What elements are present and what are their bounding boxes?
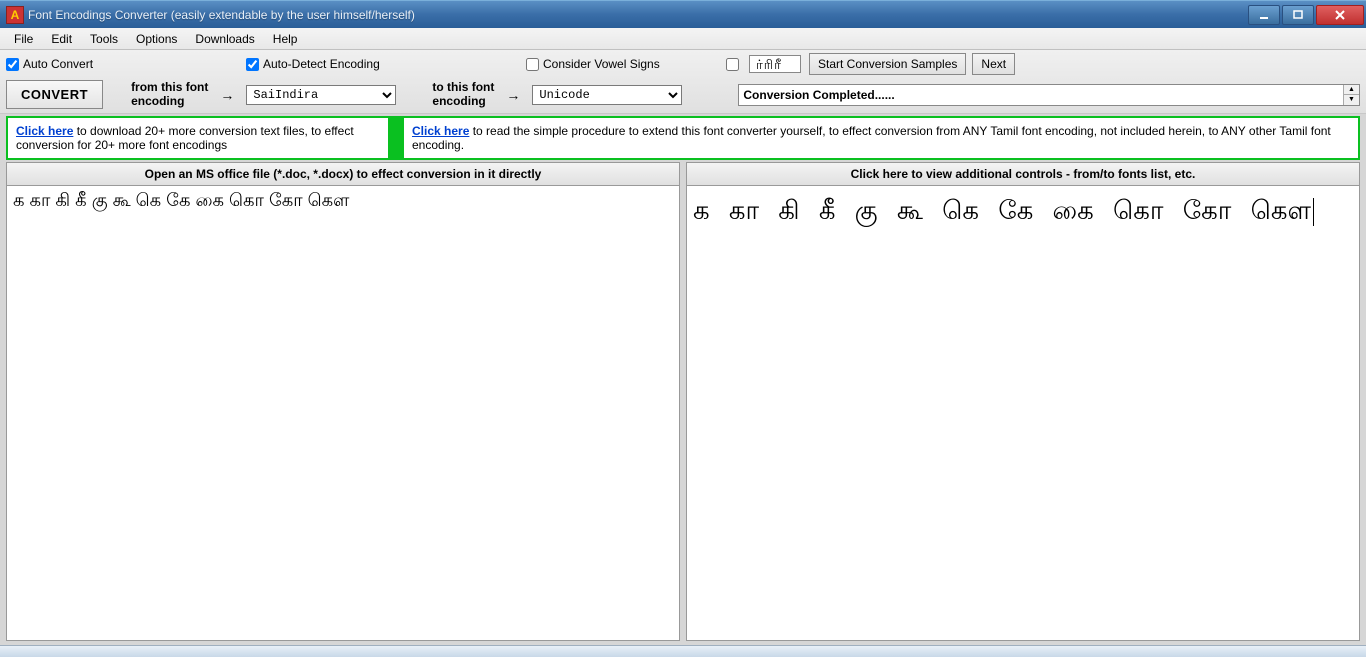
panels-body: க கா கி கீ கு கூ கெ கே கை கொ கோ கௌ க கா …: [6, 186, 1360, 641]
consider-vowel-label: Consider Vowel Signs: [543, 57, 660, 71]
auto-convert-checkbox[interactable]: [6, 58, 19, 71]
convert-button[interactable]: CONVERT: [6, 80, 103, 109]
from-encoding-select[interactable]: SaiIndira: [246, 85, 396, 105]
source-text: க கா கி கீ கு கூ கெ கே கை கொ கோ கௌ: [13, 190, 349, 210]
app-icon: A: [6, 6, 24, 24]
menu-options[interactable]: Options: [128, 30, 185, 48]
window-controls: [1246, 5, 1364, 25]
additional-controls-button[interactable]: Click here to view additional controls -…: [686, 162, 1360, 186]
menu-file[interactable]: File: [6, 30, 41, 48]
info-right-panel: Click here to read the simple procedure …: [404, 118, 1358, 158]
arrow-icon: →: [216, 87, 238, 103]
status-spinner[interactable]: ▲ ▼: [1343, 85, 1359, 105]
minimize-icon: [1258, 10, 1270, 20]
sample-text-box: ர்ரிரீ: [749, 55, 801, 73]
menu-edit[interactable]: Edit: [43, 30, 80, 48]
start-samples-button[interactable]: Start Conversion Samples: [809, 53, 966, 75]
output-text: க கா கி கீ கு கூ கெ கே கை கொ கோ கௌ: [693, 195, 1317, 225]
consider-vowel-option[interactable]: Consider Vowel Signs: [526, 57, 726, 71]
panels-header: Open an MS office file (*.doc, *.docx) t…: [6, 162, 1360, 186]
extend-link[interactable]: Click here: [412, 124, 469, 138]
auto-convert-option[interactable]: Auto Convert: [6, 57, 226, 71]
window-titlebar: A Font Encodings Converter (easily exten…: [0, 0, 1366, 28]
close-button[interactable]: [1316, 5, 1364, 25]
spinner-down-icon[interactable]: ▼: [1344, 95, 1359, 105]
status-text: Conversion Completed......: [743, 88, 894, 102]
info-left-panel: Click here to download 20+ more conversi…: [8, 118, 388, 158]
output-text-area[interactable]: க கா கி கீ கு கூ கெ கே கை கொ கோ கௌ: [686, 186, 1360, 641]
close-icon: [1334, 10, 1346, 20]
status-bar: Conversion Completed...... ▲ ▼: [738, 84, 1360, 106]
auto-detect-label: Auto-Detect Encoding: [263, 57, 380, 71]
arrow-icon: →: [502, 87, 524, 103]
info-strip: Click here to download 20+ more conversi…: [6, 116, 1360, 160]
auto-detect-option[interactable]: Auto-Detect Encoding: [246, 57, 526, 71]
download-link[interactable]: Click here: [16, 124, 73, 138]
menu-tools[interactable]: Tools: [82, 30, 126, 48]
toolbar-row-options: Auto Convert Auto-Detect Encoding Consid…: [6, 54, 1360, 74]
next-button[interactable]: Next: [972, 53, 1015, 75]
menu-bar: File Edit Tools Options Downloads Help: [0, 28, 1366, 50]
spinner-up-icon[interactable]: ▲: [1344, 85, 1359, 96]
toolbar: Auto Convert Auto-Detect Encoding Consid…: [0, 50, 1366, 114]
window-title: Font Encodings Converter (easily extenda…: [28, 8, 1246, 22]
info-right-text: to read the simple procedure to extend t…: [412, 124, 1331, 152]
to-encoding-select[interactable]: Unicode: [532, 85, 682, 105]
from-encoding-label: from this font encoding: [131, 81, 208, 107]
maximize-icon: [1292, 10, 1304, 20]
to-encoding-label: to this font encoding: [432, 81, 494, 107]
menu-downloads[interactable]: Downloads: [187, 30, 262, 48]
text-cursor: [1313, 198, 1314, 226]
auto-convert-label: Auto Convert: [23, 57, 93, 71]
taskbar: [0, 645, 1366, 657]
source-text-area[interactable]: க கா கி கீ கு கூ கெ கே கை கொ கோ கௌ: [6, 186, 680, 641]
auto-detect-checkbox[interactable]: [246, 58, 259, 71]
menu-help[interactable]: Help: [265, 30, 306, 48]
toolbar-row-convert: CONVERT from this font encoding → SaiInd…: [6, 80, 1360, 109]
consider-vowel-checkbox[interactable]: [526, 58, 539, 71]
minimize-button[interactable]: [1248, 5, 1280, 25]
open-office-file-button[interactable]: Open an MS office file (*.doc, *.docx) t…: [6, 162, 680, 186]
info-separator: [388, 118, 404, 158]
sample-checkbox[interactable]: [726, 58, 739, 71]
maximize-button[interactable]: [1282, 5, 1314, 25]
sample-option[interactable]: [726, 58, 739, 71]
